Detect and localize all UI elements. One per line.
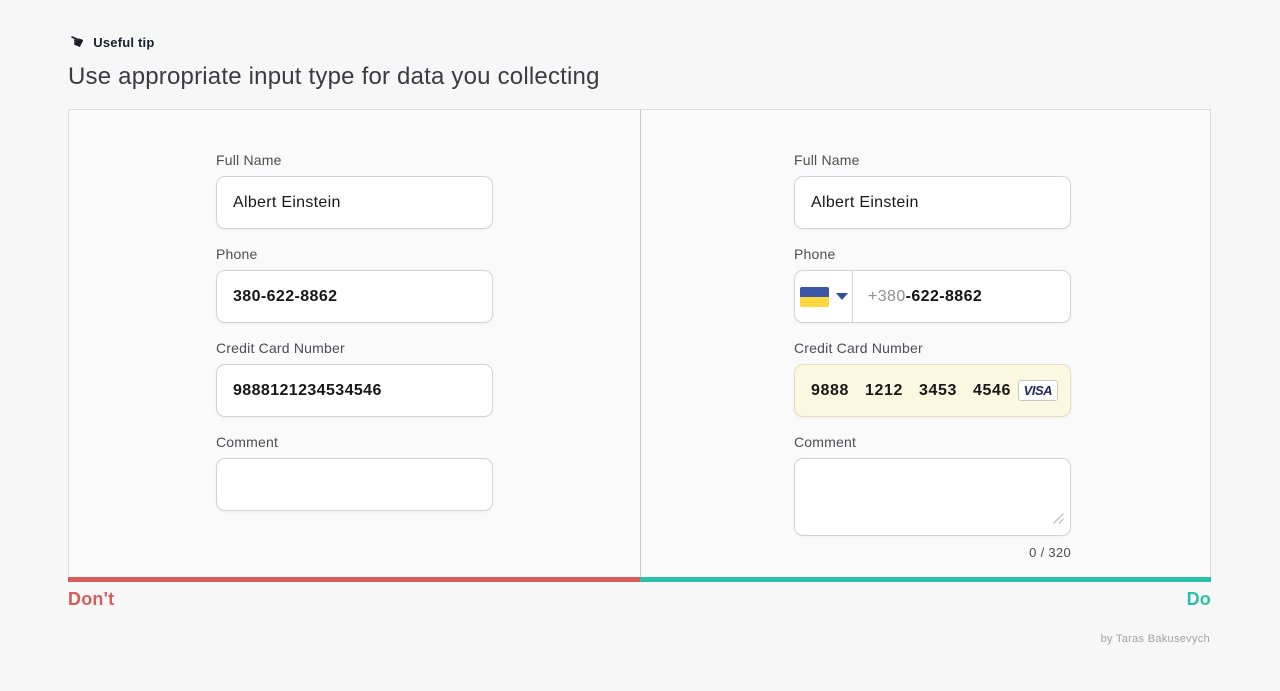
phone-value: +380-622-8862 bbox=[853, 288, 982, 306]
phone-input[interactable]: +380-622-8862 bbox=[794, 270, 1071, 323]
author-byline: by Taras Bakusevych bbox=[1101, 633, 1210, 645]
dont-comment-field: Comment bbox=[216, 432, 493, 511]
do-comment-field: Comment 0 / 320 bbox=[794, 432, 1071, 560]
phone-input[interactable]: 380-622-8862 bbox=[216, 270, 493, 323]
do-accent-bar bbox=[640, 577, 1211, 582]
full-name-input[interactable]: Albert Einstein bbox=[794, 176, 1071, 229]
phone-number: -622-8862 bbox=[906, 288, 983, 306]
eyebrow: ☚ Useful tip bbox=[68, 34, 600, 51]
dont-form: Full Name Albert Einstein Phone 380-622-… bbox=[216, 150, 493, 526]
full-name-value: Albert Einstein bbox=[811, 194, 919, 212]
full-name-value: Albert Einstein bbox=[233, 194, 341, 212]
visa-badge-icon: VISA bbox=[1018, 380, 1058, 401]
dont-full-name-field: Full Name Albert Einstein bbox=[216, 150, 493, 229]
pointing-hand-icon: ☚ bbox=[65, 32, 86, 53]
char-counter: 0 / 320 bbox=[794, 545, 1071, 560]
card-group-3: 3453 bbox=[919, 382, 957, 400]
comment-textarea[interactable] bbox=[794, 458, 1071, 536]
card-group-2: 1212 bbox=[865, 382, 903, 400]
do-verdict-label: Do bbox=[1187, 589, 1211, 610]
card-number-groups: 9888 1212 3453 4546 bbox=[811, 382, 1011, 400]
page-title: Use appropriate input type for data you … bbox=[68, 63, 600, 91]
phone-label: Phone bbox=[794, 244, 1071, 264]
phone-country-code: +380 bbox=[868, 288, 906, 306]
do-form: Full Name Albert Einstein Phone +380-622… bbox=[794, 150, 1071, 575]
dont-card-field: Credit Card Number 9888121234534546 bbox=[216, 338, 493, 417]
do-card-field: Credit Card Number 9888 1212 3453 4546 V… bbox=[794, 338, 1071, 417]
comment-input[interactable] bbox=[216, 458, 493, 511]
chevron-down-icon bbox=[836, 293, 848, 300]
phone-label: Phone bbox=[216, 244, 493, 264]
eyebrow-label: Useful tip bbox=[93, 35, 154, 50]
card-input[interactable]: 9888121234534546 bbox=[216, 364, 493, 417]
card-value: 9888121234534546 bbox=[233, 382, 382, 400]
dont-verdict-label: Don't bbox=[68, 589, 114, 610]
card-group-4: 4546 bbox=[973, 382, 1011, 400]
page-header: ☚ Useful tip Use appropriate input type … bbox=[68, 34, 600, 91]
card-label: Credit Card Number bbox=[794, 338, 1071, 358]
dont-accent-bar bbox=[68, 577, 640, 582]
dont-phone-field: Phone 380-622-8862 bbox=[216, 244, 493, 323]
ukraine-flag-icon bbox=[800, 287, 829, 307]
full-name-label: Full Name bbox=[216, 150, 493, 170]
card-group-1: 9888 bbox=[811, 382, 849, 400]
resize-handle-icon[interactable] bbox=[1052, 512, 1065, 530]
full-name-label: Full Name bbox=[794, 150, 1071, 170]
card-label: Credit Card Number bbox=[216, 338, 493, 358]
card-input[interactable]: 9888 1212 3453 4546 VISA bbox=[794, 364, 1071, 417]
full-name-input[interactable]: Albert Einstein bbox=[216, 176, 493, 229]
phone-value: 380-622-8862 bbox=[233, 288, 337, 306]
do-full-name-field: Full Name Albert Einstein bbox=[794, 150, 1071, 229]
comment-label: Comment bbox=[794, 432, 1071, 452]
comment-label: Comment bbox=[216, 432, 493, 452]
do-phone-field: Phone +380-622-8862 bbox=[794, 244, 1071, 323]
country-selector[interactable] bbox=[795, 271, 853, 322]
